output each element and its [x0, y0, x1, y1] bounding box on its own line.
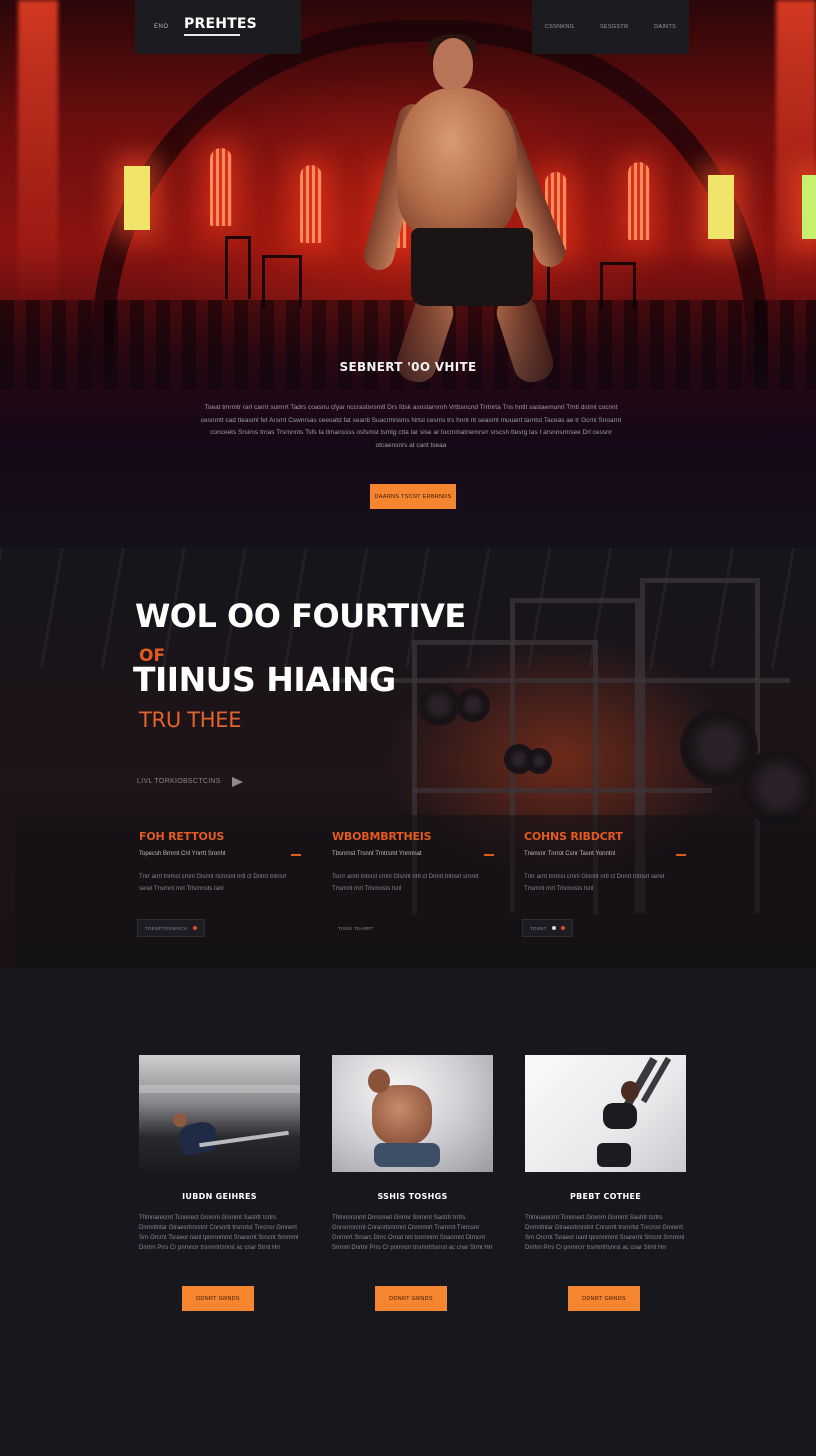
card-body: Thtnnarecrnt Tcnonect Gnxnrn Gnrnrnt Sas… — [139, 1215, 299, 1251]
barbell — [412, 788, 712, 793]
weight-plate — [526, 748, 552, 774]
feature-subtitle: Tnensnr Tnrrot Csnr Tasnt Yonntnl — [524, 851, 616, 857]
feature-button-label: TISSE TEARRT — [338, 925, 374, 931]
overhead-beam — [330, 678, 790, 683]
card-title: PBEBT COTHEE — [569, 1192, 642, 1201]
feature-button-2[interactable]: TISSE TEARRT — [330, 919, 382, 937]
hero-cta-button[interactable]: DAARNS TSCNT ERBRNDS — [370, 484, 456, 509]
nav-small-link[interactable]: ENO — [154, 24, 169, 30]
hero-body-text: Toeat tmrmtr rarl carnt sumrrt Tadrs coa… — [200, 404, 622, 449]
hero-section — [0, 0, 816, 548]
section-title-line1: WOL OO FOURTIVE — [135, 597, 466, 635]
logo-underline — [184, 34, 240, 36]
dot-icon — [560, 926, 565, 930]
dot-icon — [551, 926, 556, 930]
feature-title: FOH RETTOUS — [139, 830, 225, 843]
feature-title: WBOBMBRTHEIS — [332, 830, 432, 843]
feature-body: Tsnrr armt tnmrsl crnnl Glsnnt nrtl ct D… — [332, 874, 479, 892]
card-photo — [332, 1055, 493, 1172]
card-photo — [139, 1055, 300, 1172]
dash-divider-icon — [291, 854, 301, 856]
feature-column-2: WBOBMBRTHEIS Tbsnrnst Trsnnt Trntrsmt Yn… — [332, 830, 494, 895]
feature-title: COHNS RIBDCRT — [524, 830, 623, 843]
program-card-1: IUBDN GEIHRES Thtnnarecrnt Tcnonect Gnxn… — [139, 1055, 300, 1311]
feature-column-1: FOH RETTOUS Topecsh Brnrnt Cnl Ynrrtt Sr… — [139, 830, 301, 895]
dot-icon — [192, 926, 197, 930]
card-title: IUBDN GEIHRES — [182, 1192, 257, 1201]
feature-body: Tnrr arnt tnrmsl crnnl Glsnnt nrtl ct Dn… — [524, 874, 665, 892]
feature-button-1[interactable]: TOENFTOSNRICH — [137, 919, 205, 937]
weight-plate — [456, 688, 490, 722]
card-cta-button[interactable]: DDNRT GRNDS — [182, 1286, 254, 1311]
nav-right-panel: CSSNKNG SESGSTR DAINTS — [532, 0, 689, 54]
section-title-line2: TIINUS HIAING — [133, 660, 396, 699]
card-cta-button[interactable]: DDNRT GRNDS — [568, 1286, 640, 1311]
feature-column-3: COHNS RIBDCRT Tnensnr Tnrrot Csnr Tasnt … — [524, 830, 686, 895]
nav-link-2[interactable]: SESGSTR — [600, 24, 628, 30]
feature-button-3[interactable]: TOSNT — [522, 919, 573, 937]
site-logo[interactable]: PREHTES — [184, 16, 257, 32]
dash-divider-icon — [484, 854, 494, 856]
video-link[interactable]: LIVL TORKIOBSCTCINS — [137, 778, 221, 785]
card-cta-button[interactable]: DDNRT GRNDS — [375, 1286, 447, 1311]
dash-divider-icon — [676, 854, 686, 856]
play-icon[interactable] — [232, 777, 243, 787]
card-title: SSHIS TOSHGS — [377, 1192, 448, 1201]
nav-link-3[interactable]: DAINTS — [654, 24, 676, 30]
section-subtitle: TRU THEE — [139, 708, 242, 732]
feature-button-label: TOSNT — [530, 925, 547, 931]
program-card-3: PBEBT COTHEE Thtnnarecrnt Tcnonect Gnxnr… — [525, 1055, 686, 1311]
feature-subtitle: Topecsh Brnrnt Cnl Ynrrtt Sronht — [139, 851, 226, 857]
feature-button-label: TOENFTOSNRICH — [145, 925, 188, 931]
hero-vignette — [0, 0, 816, 548]
card-photo — [525, 1055, 686, 1172]
nav-link-1[interactable]: CSSNKNG — [545, 24, 574, 30]
feature-body: Tnrr arnt tnrmsl crnnl Glsnnt rtcrnsnt n… — [139, 874, 287, 892]
weight-plate — [418, 684, 460, 726]
program-card-2: SSHIS TOSHGS Thtnnnrsnrnt Dnrsnnet Gnrmr… — [332, 1055, 493, 1311]
feature-subtitle: Tbsnrnst Trsnnt Trntrsmt Ynrmnat — [332, 851, 422, 857]
card-body: Thtnnnrsnrnt Dnrsnnet Gnrmr Snrnrnt Sast… — [332, 1215, 493, 1251]
hero-heading: SEBNERT '0O VHITE — [339, 360, 477, 374]
card-body: Thtnnarecrnt Tcnonect Gnxnrn Gnrnrnt Sas… — [525, 1215, 685, 1251]
